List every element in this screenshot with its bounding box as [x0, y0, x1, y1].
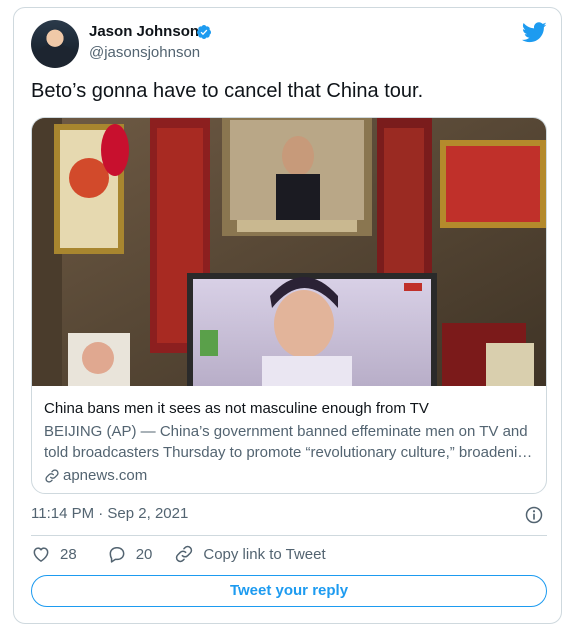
copy-link-label: Copy link to Tweet — [203, 545, 326, 563]
copy-link-button[interactable]: Copy link to Tweet — [174, 544, 326, 564]
info-icon[interactable] — [524, 505, 544, 525]
author-handle[interactable]: @jasonsjohnson — [89, 44, 200, 62]
link-domain-row: apnews.com — [44, 466, 536, 486]
reply-button[interactable]: 20 — [107, 544, 153, 564]
verified-badge-icon — [197, 25, 211, 39]
reply-count: 20 — [135, 545, 153, 563]
link-preview-card[interactable]: China bans men it sees as not masculine … — [31, 117, 547, 494]
tweet-text: Beto’s gonna have to cancel that China t… — [31, 80, 424, 102]
like-button[interactable]: 28 — [31, 544, 77, 564]
link-preview-text: China bans men it sees as not masculine … — [44, 399, 536, 486]
author-name[interactable]: Jason Johnson — [89, 23, 199, 41]
divider — [31, 535, 547, 536]
heart-icon — [33, 547, 49, 562]
link-description: BEIJING (AP) — China’s government banned… — [44, 421, 536, 463]
link-icon — [176, 545, 193, 563]
tweet-actions: 28 20 Copy link to Tweet — [31, 543, 326, 565]
like-count: 28 — [60, 545, 77, 563]
link-description-line1: BEIJING (AP) — China’s government banned… — [44, 423, 528, 440]
link-title: China bans men it sees as not masculine … — [44, 400, 429, 417]
tweet-timestamp[interactable]: 11:14 PM · Sep 2, 2021 — [31, 504, 188, 524]
tweet-your-reply-button[interactable]: Tweet your reply — [31, 575, 547, 607]
link-description-line2: told broadcasters Thursday to promote “r… — [44, 444, 533, 461]
news-photo-image — [32, 118, 546, 386]
twitter-bird-icon[interactable] — [522, 22, 547, 43]
link-icon — [45, 469, 59, 483]
link-domain: apnews.com — [63, 467, 148, 484]
tweet-card: Jason Johnson @jasonsjohnson Beto’s gonn… — [13, 7, 562, 624]
author-avatar[interactable] — [31, 20, 79, 68]
reply-bubble-icon — [109, 547, 125, 563]
